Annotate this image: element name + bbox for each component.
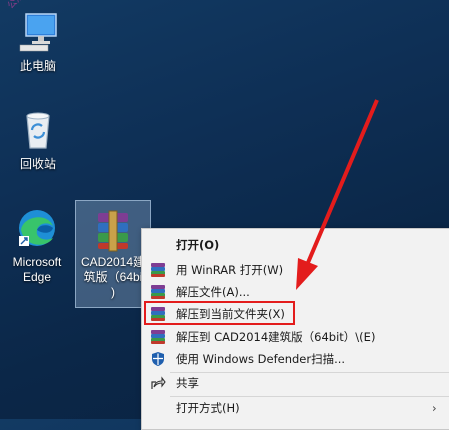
winrar-icon (150, 284, 166, 300)
menu-item-open-with-winrar[interactable]: 用 WinRAR 打开(W) (142, 259, 449, 281)
menu-item-share[interactable]: 共享 (142, 372, 449, 394)
desktop-icon-this-pc[interactable]: 此电脑 (5, 8, 71, 74)
desktop-icon-label-line3: ) (111, 285, 115, 299)
chevron-right-icon: › (432, 401, 437, 415)
context-menu: 打开(O) 用 WinRAR 打开(W) 解压文件(A)... 解压到当前文件夹… (141, 228, 449, 430)
winrar-icon (150, 262, 166, 278)
desktop-icon-cad-archive[interactable]: CAD2014建 筑版（64bi ) (75, 200, 151, 308)
desktop-icon-label-line2: Edge (22, 270, 52, 284)
desktop-icon-label-line1: CAD2014建 (80, 255, 146, 269)
menu-item-extract-files[interactable]: 解压文件(A)... (142, 281, 449, 303)
menu-item-defender-scan[interactable]: 使用 Windows Defender扫描... (142, 348, 449, 370)
desktop-icon-recycle-bin[interactable]: 回收站 (5, 106, 71, 172)
highlight-box (144, 301, 295, 325)
menu-item-open[interactable]: 打开(O) (142, 234, 449, 256)
menu-item-open-with[interactable]: 打开方式(H) › (142, 397, 449, 419)
share-icon (150, 375, 166, 391)
desktop-icon-edge[interactable]: Microsoft Edge (4, 204, 70, 285)
desktop-icon-label-line2: 筑版（64bi (83, 270, 143, 284)
desktop-icon-label: 此电脑 (19, 59, 56, 73)
computer-icon (14, 8, 62, 56)
desktop-icon-label-line1: Microsoft (12, 255, 62, 269)
winrar-archive-icon (89, 205, 137, 253)
recycle-bin-icon (14, 106, 62, 154)
defender-shield-icon (150, 351, 166, 367)
menu-item-extract-to-folder[interactable]: 解压到 CAD2014建筑版（64bit）\(E) (142, 326, 449, 348)
edge-icon (13, 204, 61, 252)
winrar-icon (150, 329, 166, 345)
desktop-icon-label: 回收站 (19, 157, 56, 171)
